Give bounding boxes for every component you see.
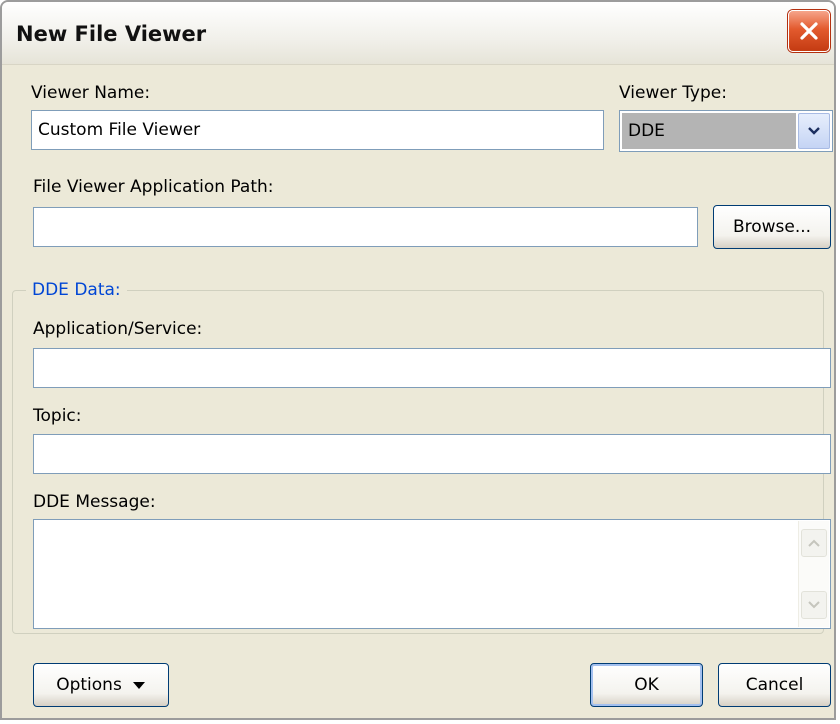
chevron-up-icon: [808, 539, 820, 547]
browse-button[interactable]: Browse...: [713, 205, 831, 249]
service-label: Application/Service:: [33, 319, 203, 339]
new-file-viewer-dialog: New File Viewer Viewer Name: Custom File…: [0, 0, 836, 720]
viewer-type-select[interactable]: DDE: [619, 110, 833, 152]
caret-down-icon: [132, 682, 145, 689]
viewer-type-label: Viewer Type:: [619, 83, 727, 103]
viewer-name-input[interactable]: Custom File Viewer: [31, 110, 604, 150]
app-path-label: File Viewer Application Path:: [33, 177, 274, 197]
viewer-name-label: Viewer Name:: [31, 83, 151, 103]
topic-label: Topic:: [33, 406, 82, 426]
dde-message-textarea[interactable]: [33, 519, 831, 629]
options-button[interactable]: Options: [33, 663, 169, 707]
viewer-type-selected-value: DDE: [622, 113, 796, 149]
scroll-down-button[interactable]: [801, 591, 827, 619]
viewer-type-dropdown-button[interactable]: [798, 113, 830, 149]
close-button[interactable]: [788, 10, 830, 52]
dde-message-label: DDE Message:: [33, 492, 156, 512]
chevron-down-icon: [808, 127, 820, 135]
dde-data-group-title: DDE Data:: [26, 280, 127, 300]
app-path-input[interactable]: [33, 207, 698, 247]
close-icon: [800, 22, 818, 40]
options-label: Options: [56, 675, 122, 695]
service-input[interactable]: [33, 348, 831, 388]
topic-input[interactable]: [33, 434, 831, 474]
chevron-down-icon: [808, 601, 820, 609]
title-bar[interactable]: New File Viewer: [2, 2, 834, 65]
ok-button[interactable]: OK: [590, 663, 703, 707]
scroll-up-button[interactable]: [801, 529, 827, 557]
dde-message-scrollbar[interactable]: [798, 521, 829, 627]
dialog-title: New File Viewer: [16, 22, 207, 46]
cancel-button[interactable]: Cancel: [718, 663, 831, 707]
